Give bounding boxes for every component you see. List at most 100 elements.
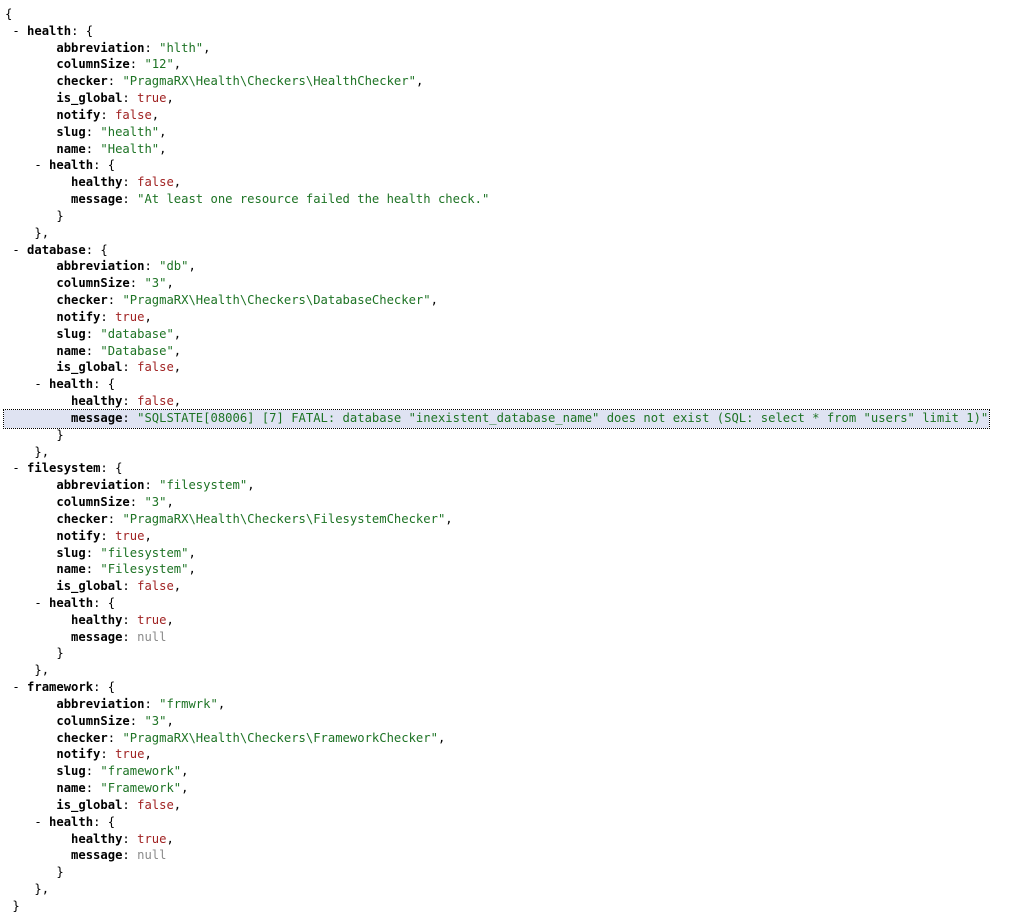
section-filesystem-health-key-message: message bbox=[71, 629, 123, 644]
section-framework-key-is_global: is_global bbox=[56, 797, 123, 812]
section-database-header[interactable]: - database: { bbox=[0, 242, 1011, 259]
section-filesystem-close-brace-line: }, bbox=[34, 663, 50, 678]
section-database-health-value-healthy: false bbox=[137, 394, 174, 409]
section-filesystem-property-is_global: is_global: false, bbox=[56, 579, 182, 594]
section-database-key-is_global: is_global bbox=[56, 360, 123, 375]
section-database-name: database bbox=[27, 242, 86, 257]
section-filesystem-value-columnSize: "3" bbox=[144, 495, 167, 510]
section-database-health-key-message: message bbox=[71, 410, 123, 425]
section-framework-property-notify: notify: true, bbox=[56, 747, 152, 762]
section-filesystem-health-property-message: message: null bbox=[71, 629, 167, 644]
section-database-property-slug: slug: "database", bbox=[56, 326, 182, 341]
section-database-property-name: name: "Database", bbox=[56, 343, 182, 358]
section-database-key-slug: slug bbox=[56, 326, 86, 341]
section-health-health-property-healthy: healthy: false, bbox=[71, 175, 182, 190]
section-health-close-brace-line: }, bbox=[34, 225, 50, 240]
section-database-health-toggle-icon[interactable]: - bbox=[34, 377, 41, 391]
section-filesystem-health-header[interactable]: - health: { bbox=[0, 595, 1011, 612]
section-filesystem-key-name: name bbox=[56, 562, 86, 577]
section-framework-header[interactable]: - framework: { bbox=[0, 679, 1011, 696]
section-health-value-name: "Health" bbox=[100, 141, 160, 156]
section-framework-close-brace-line: }, bbox=[34, 882, 50, 897]
section-health-header[interactable]: - health: { bbox=[0, 23, 1011, 40]
section-health-property-is_global: is_global: true, bbox=[56, 91, 174, 106]
section-database-health-key-healthy: healthy bbox=[71, 394, 123, 409]
section-database-value-abbreviation: "db" bbox=[159, 259, 189, 274]
section-filesystem-health-toggle-icon[interactable]: - bbox=[34, 596, 41, 610]
section-framework-property-name: name: "Framework", bbox=[56, 781, 189, 796]
section-database-key-notify: notify bbox=[56, 309, 101, 324]
section-filesystem-property-name: name: "Filesystem", bbox=[56, 562, 196, 577]
section-filesystem-key-notify: notify bbox=[56, 528, 101, 543]
section-framework-key-name: name bbox=[56, 781, 86, 796]
section-database-toggle-icon[interactable]: - bbox=[12, 243, 19, 257]
section-framework-toggle-icon[interactable]: - bbox=[12, 680, 19, 694]
section-health-key-abbreviation: abbreviation bbox=[56, 40, 145, 55]
root-open-brace-line: { bbox=[0, 6, 1011, 23]
section-health-value-is_global: true bbox=[137, 91, 167, 106]
section-filesystem-health-value-message: null bbox=[137, 629, 167, 644]
section-filesystem-health-close-brace-line: } bbox=[56, 646, 64, 661]
section-framework-value-checker: "PragmaRX\Health\Checkers\FrameworkCheck… bbox=[122, 730, 438, 745]
section-framework-key-abbreviation: abbreviation bbox=[56, 696, 145, 711]
section-filesystem-value-checker: "PragmaRX\Health\Checkers\FilesystemChec… bbox=[122, 511, 446, 526]
section-framework-key-slug: slug bbox=[56, 764, 86, 779]
section-health-key-slug: slug bbox=[56, 124, 86, 139]
section-filesystem-value-abbreviation: "filesystem" bbox=[159, 478, 248, 493]
section-health-value-checker: "PragmaRX\Health\Checkers\HealthChecker" bbox=[122, 74, 416, 89]
section-health-name: health bbox=[27, 23, 72, 38]
section-health-property-slug: slug: "health", bbox=[56, 124, 167, 139]
section-framework-health-value-healthy: true bbox=[137, 831, 167, 846]
section-filesystem-name: filesystem bbox=[27, 461, 101, 476]
section-database-health-close-brace-line: } bbox=[56, 427, 64, 442]
section-database-property-notify: notify: true, bbox=[56, 309, 152, 324]
section-filesystem-value-is_global: false bbox=[137, 579, 174, 594]
section-filesystem-toggle-icon[interactable]: - bbox=[12, 461, 19, 475]
section-filesystem-property-notify: notify: true, bbox=[56, 528, 152, 543]
section-filesystem-health-name: health bbox=[49, 595, 94, 610]
section-framework-key-checker: checker bbox=[56, 730, 108, 745]
section-database-close-brace-line: }, bbox=[34, 444, 50, 459]
selected-line-box[interactable]: message: "SQLSTATE[08006] [7] FATAL: dat… bbox=[2, 408, 991, 429]
section-health-value-columnSize: "12" bbox=[144, 57, 174, 72]
section-database-property-is_global: is_global: false, bbox=[56, 360, 182, 375]
section-filesystem-value-name: "Filesystem" bbox=[100, 562, 189, 577]
section-framework-health-property-message: message: null bbox=[71, 848, 167, 863]
root-open-brace: { bbox=[5, 7, 13, 21]
section-database-property-checker: checker: "PragmaRX\Health\Checkers\Datab… bbox=[56, 293, 438, 308]
section-filesystem-key-columnSize: columnSize bbox=[56, 495, 130, 510]
section-database-health-header[interactable]: - health: { bbox=[0, 376, 1011, 393]
section-framework-value-notify: true bbox=[115, 747, 145, 762]
section-health-health-toggle-icon[interactable]: - bbox=[34, 158, 41, 172]
section-framework-value-name: "Framework" bbox=[100, 781, 182, 796]
section-filesystem-header[interactable]: - filesystem: { bbox=[0, 460, 1011, 477]
section-framework-health-key-message: message bbox=[71, 848, 123, 863]
section-framework-name: framework bbox=[27, 680, 94, 695]
section-health-health-key-healthy: healthy bbox=[71, 175, 123, 190]
section-health-health-value-healthy: false bbox=[137, 175, 174, 190]
section-database-health-property-message: message: "SQLSTATE[08006] [7] FATAL: dat… bbox=[0, 408, 1011, 429]
section-filesystem-property-slug: slug: "filesystem", bbox=[56, 545, 196, 560]
section-database-key-checker: checker bbox=[56, 293, 108, 308]
section-filesystem-health-property-healthy: healthy: true, bbox=[71, 612, 174, 627]
section-health-key-checker: checker bbox=[56, 74, 108, 89]
root-close-brace: } bbox=[12, 898, 20, 913]
section-health-property-name: name: "Health", bbox=[56, 141, 167, 156]
section-health-property-columnSize: columnSize: "12", bbox=[56, 57, 182, 72]
section-framework-property-abbreviation: abbreviation: "frmwrk", bbox=[56, 696, 226, 711]
section-filesystem-key-is_global: is_global bbox=[56, 579, 123, 594]
section-database-value-columnSize: "3" bbox=[144, 276, 167, 291]
section-health-property-checker: checker: "PragmaRX\Health\Checkers\Healt… bbox=[56, 74, 424, 89]
section-framework-health-header[interactable]: - health: { bbox=[0, 814, 1011, 831]
section-framework-value-slug: "framework" bbox=[100, 764, 182, 779]
section-health-health-key-message: message bbox=[71, 192, 123, 207]
section-framework-value-is_global: false bbox=[137, 797, 174, 812]
section-framework-value-columnSize: "3" bbox=[144, 713, 167, 728]
section-framework-health-toggle-icon[interactable]: - bbox=[34, 815, 41, 829]
section-database-health-property-healthy: healthy: false, bbox=[71, 394, 182, 409]
section-framework-property-columnSize: columnSize: "3", bbox=[56, 713, 174, 728]
object-dump-panel: { - health: { abbreviation: "hlth", colu… bbox=[0, 0, 1011, 915]
section-health-toggle-icon[interactable]: - bbox=[12, 24, 19, 38]
section-health-health-header[interactable]: - health: { bbox=[0, 157, 1011, 174]
section-framework-value-abbreviation: "frmwrk" bbox=[159, 696, 218, 711]
